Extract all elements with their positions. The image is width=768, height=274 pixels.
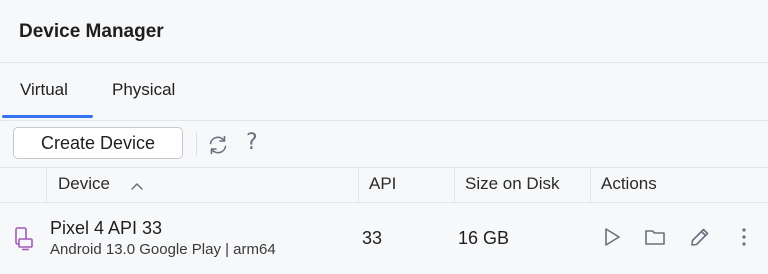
selected-tab-indicator [2,115,93,118]
play-icon[interactable] [600,225,624,249]
column-header-api[interactable]: API [369,174,396,194]
panel-header: Device Manager [0,0,768,62]
edit-icon[interactable] [688,225,712,249]
column-separator [358,168,359,202]
refresh-icon[interactable] [206,133,230,157]
table-row[interactable]: Pixel 4 API 33 Android 13.0 Google Play … [0,203,768,274]
more-vertical-icon[interactable] [732,225,756,249]
phone-icon [13,226,35,252]
table-header: Device API Size on Disk Actions [0,168,768,202]
size-on-disk: 16 GB [458,228,510,248]
column-header-actions: Actions [601,174,657,193]
column-separator [46,168,47,202]
column-header-size[interactable]: Size on Disk [465,174,559,194]
folder-icon[interactable] [643,225,667,249]
toolbar: Create Device ? [0,121,768,167]
tab-bar: Virtual Physical [0,62,768,120]
tab-physical[interactable]: Physical [112,80,175,100]
device-manager-panel: Device Manager Virtual Physical Create D… [0,0,768,274]
sort-ascending-icon[interactable] [130,178,144,190]
help-icon[interactable]: ? [246,130,258,155]
create-device-button[interactable]: Create Device [13,127,183,159]
panel-title: Device Manager [19,21,164,42]
column-separator [454,168,455,202]
column-header-device[interactable]: Device [58,174,110,194]
device-details: Android 13.0 Google Play | arm64 [50,241,276,258]
toolbar-separator [196,132,197,156]
device-name: Pixel 4 API 33 [50,218,163,238]
column-separator [590,168,591,202]
api-level: 33 [362,228,383,248]
tab-virtual[interactable]: Virtual [20,80,68,100]
